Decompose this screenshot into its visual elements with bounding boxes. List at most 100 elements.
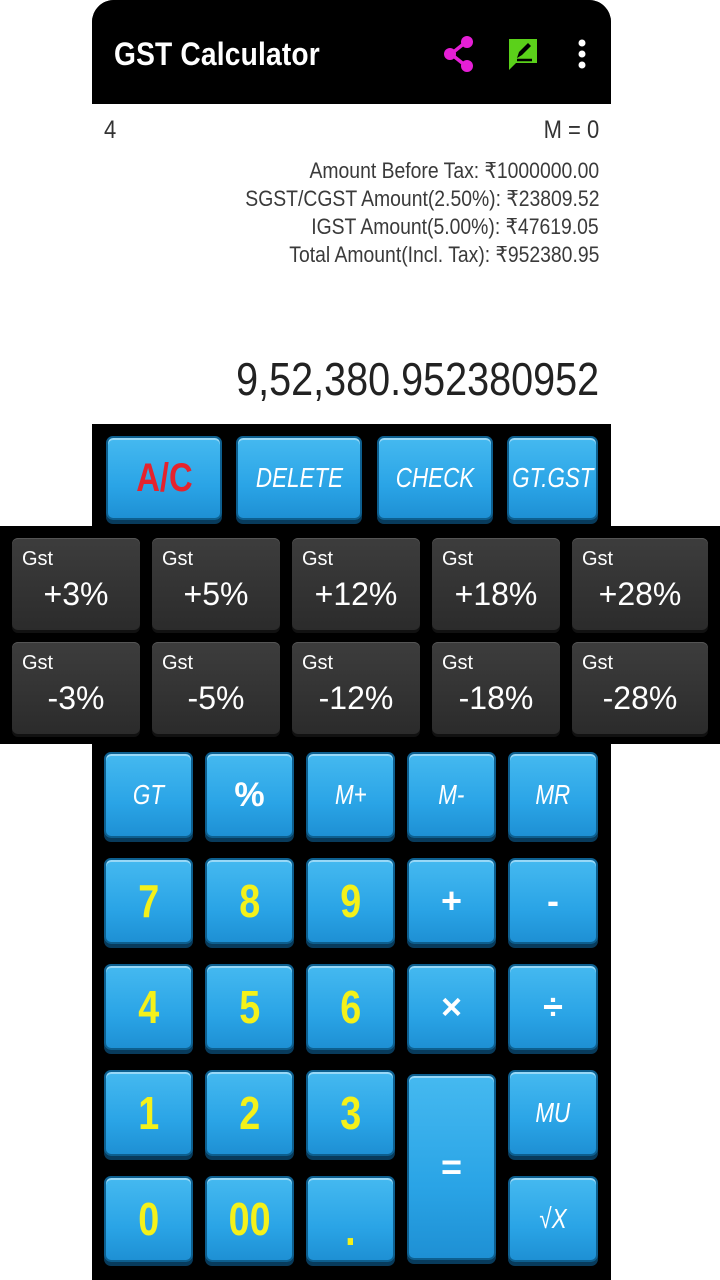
delete-label: DELETE — [255, 462, 343, 493]
digit-6-label: 6 — [340, 981, 361, 1033]
digit-5-label: 5 — [239, 981, 260, 1033]
memory-plus-button[interactable]: M+ — [306, 752, 395, 838]
plus-label: + — [440, 880, 463, 921]
total-amount: Total Amount(Incl. Tax): ₹952380.95 — [288, 242, 599, 267]
gst-rate-value: -5% — [187, 680, 245, 716]
digit-9-label: 9 — [340, 875, 361, 927]
gst-rate-value: +12% — [314, 576, 398, 612]
equals-button[interactable]: = — [407, 1074, 496, 1260]
memory-minus-button[interactable]: M- — [407, 752, 496, 838]
gst-rate-value: +3% — [43, 576, 109, 612]
check-label: CHECK — [395, 462, 475, 493]
app-title: GST Calculator — [114, 36, 320, 72]
square-root-button[interactable]: √X — [508, 1176, 598, 1262]
gst-plus-5-button[interactable]: Gst +5% — [152, 538, 280, 630]
delete-button[interactable]: DELETE — [236, 436, 362, 520]
digit-4-label: 4 — [138, 981, 159, 1033]
decimal-point-label: . — [345, 1203, 356, 1255]
memory-indicator: M = 0 — [543, 116, 599, 144]
gst-label: Gst — [442, 652, 474, 674]
plus-button[interactable]: + — [407, 858, 496, 944]
square-root-label: √X — [539, 1203, 567, 1234]
decimal-point-button[interactable]: . — [306, 1176, 395, 1262]
double-zero-label: 00 — [228, 1193, 271, 1245]
app-toolbar: GST Calculator — [92, 0, 611, 104]
gt-label: GT — [132, 779, 165, 810]
gt-gst-label: GT.GST — [511, 462, 594, 493]
gst-label: Gst — [22, 652, 54, 674]
gst-rate-value: +28% — [598, 576, 682, 612]
multiply-label: × — [440, 986, 463, 1027]
edit-icon[interactable] — [503, 32, 543, 76]
mark-up-label: MU — [535, 1097, 571, 1128]
digit-2-label: 2 — [239, 1087, 260, 1139]
digit-6-button[interactable]: 6 — [306, 964, 395, 1050]
digit-3-button[interactable]: 3 — [306, 1070, 395, 1156]
gst-label: Gst — [302, 652, 334, 674]
gst-rate-value: -28% — [602, 680, 678, 716]
gst-minus-5-button[interactable]: Gst -5% — [152, 642, 280, 734]
sgst-cgst-amount: SGST/CGST Amount(2.50%): ₹23809.52 — [244, 186, 599, 211]
amount-before-tax: Amount Before Tax: ₹1000000.00 — [309, 158, 599, 183]
divide-label: ÷ — [543, 986, 563, 1027]
check-button[interactable]: CHECK — [377, 436, 493, 520]
digit-7-label: 7 — [138, 875, 159, 927]
gst-plus-12-button[interactable]: Gst +12% — [292, 538, 420, 630]
gst-rate-value: -18% — [458, 680, 534, 716]
gst-rate-value: +5% — [183, 576, 249, 612]
gst-minus-3-button[interactable]: Gst -3% — [12, 642, 140, 734]
more-vert-icon[interactable] — [562, 32, 602, 76]
igst-amount: IGST Amount(5.00%): ₹47619.05 — [311, 214, 599, 239]
gst-rate-value: +18% — [454, 576, 538, 612]
divide-button[interactable]: ÷ — [508, 964, 598, 1050]
memory-plus-label: M+ — [334, 779, 367, 810]
memory-recall-label: MR — [535, 779, 571, 810]
gt-gst-button[interactable]: GT.GST — [507, 436, 598, 520]
double-zero-button[interactable]: 00 — [205, 1176, 294, 1262]
gst-minus-18-button[interactable]: Gst -18% — [432, 642, 560, 734]
share-icon[interactable] — [439, 32, 479, 76]
gst-label: Gst — [162, 652, 194, 674]
result-value: 9,52,380.952380952 — [235, 353, 599, 405]
memory-recall-button[interactable]: MR — [508, 752, 598, 838]
digit-9-button[interactable]: 9 — [306, 858, 395, 944]
minus-button[interactable]: - — [508, 858, 598, 944]
percent-label: % — [234, 775, 265, 814]
digit-5-button[interactable]: 5 — [205, 964, 294, 1050]
grand-total-count: 4 — [104, 116, 117, 144]
digit-2-button[interactable]: 2 — [205, 1070, 294, 1156]
multiply-button[interactable]: × — [407, 964, 496, 1050]
digit-8-label: 8 — [239, 875, 260, 927]
all-clear-button[interactable]: A/C — [106, 436, 222, 520]
gst-plus-18-button[interactable]: Gst +18% — [432, 538, 560, 630]
memory-minus-label: M- — [438, 779, 465, 810]
percent-button[interactable]: % — [205, 752, 294, 838]
calculator-display: 4 M = 0 Amount Before Tax: ₹1000000.00 S… — [92, 104, 611, 424]
equals-label: = — [440, 1146, 463, 1187]
mark-up-button[interactable]: MU — [508, 1070, 598, 1156]
digit-3-label: 3 — [340, 1087, 361, 1139]
minus-label: - — [547, 880, 559, 921]
gst-minus-12-button[interactable]: Gst -12% — [292, 642, 420, 734]
gst-minus-28-button[interactable]: Gst -28% — [572, 642, 708, 734]
digit-8-button[interactable]: 8 — [205, 858, 294, 944]
digit-1-button[interactable]: 1 — [104, 1070, 193, 1156]
all-clear-label: A/C — [135, 455, 193, 500]
gst-label: Gst — [162, 548, 194, 570]
gst-plus-3-button[interactable]: Gst +3% — [12, 538, 140, 630]
gst-plus-28-button[interactable]: Gst +28% — [572, 538, 708, 630]
gt-button[interactable]: GT — [104, 752, 193, 838]
digit-4-button[interactable]: 4 — [104, 964, 193, 1050]
digit-1-label: 1 — [138, 1087, 159, 1139]
digit-0-button[interactable]: 0 — [104, 1176, 193, 1262]
gst-rate-panel: Gst +3% Gst +5% Gst +12% Gst +18% Gst +28% Gs… — [0, 526, 720, 744]
gst-label: Gst — [22, 548, 54, 570]
gst-label: Gst — [442, 548, 474, 570]
digit-0-label: 0 — [138, 1193, 159, 1245]
gst-label: Gst — [302, 548, 334, 570]
gst-rate-value: -3% — [47, 680, 105, 716]
gst-rate-value: -12% — [318, 680, 394, 716]
gst-label: Gst — [582, 548, 614, 570]
digit-7-button[interactable]: 7 — [104, 858, 193, 944]
gst-label: Gst — [582, 652, 614, 674]
